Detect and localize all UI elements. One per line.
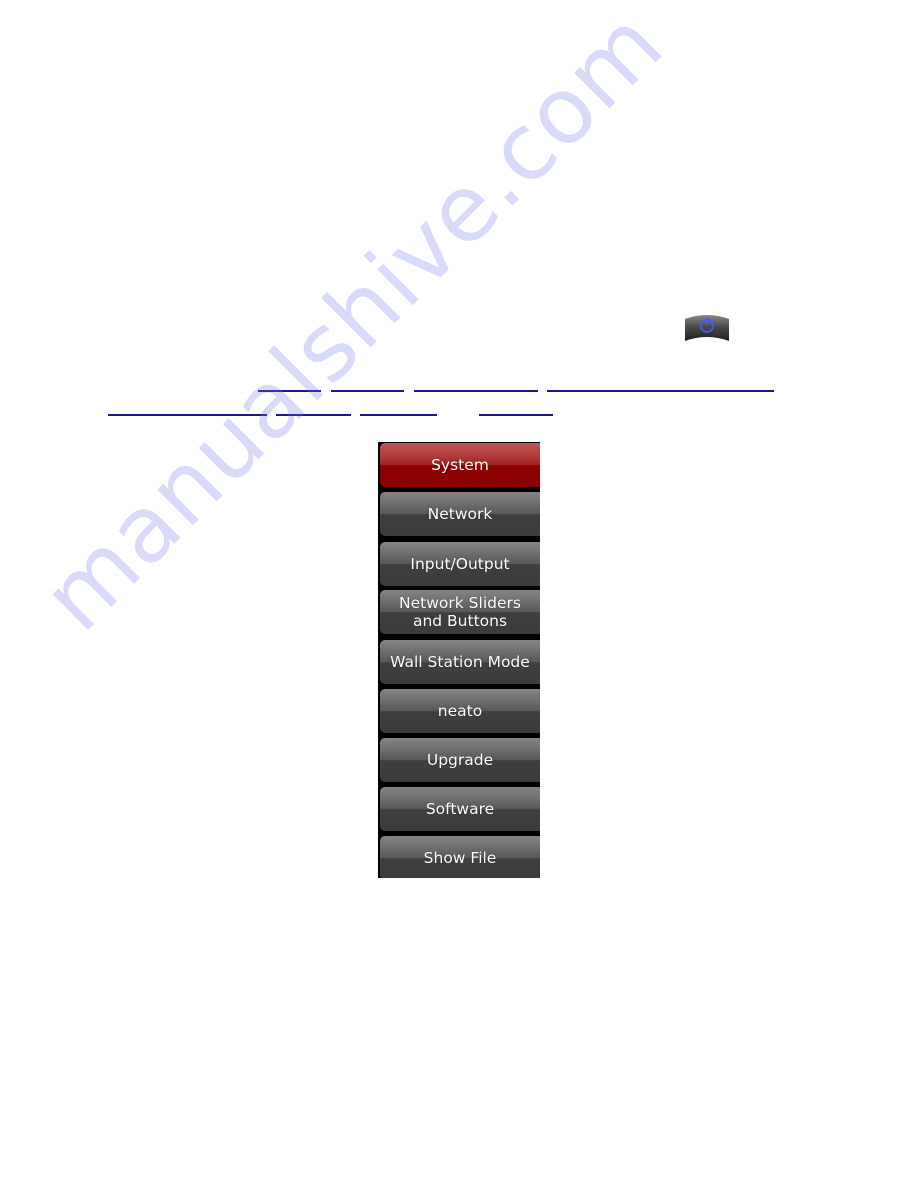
menu-item-wall-station-mode[interactable]: Wall Station Mode bbox=[380, 640, 540, 684]
link-wall-station-mode[interactable]: Wall Station Mode bbox=[108, 400, 267, 416]
menu-item-label: Wall Station Mode bbox=[390, 653, 530, 671]
link-neato[interactable]: neato bbox=[276, 400, 351, 416]
menu-item-network[interactable]: Network bbox=[380, 492, 540, 536]
menu-item-label: Upgrade bbox=[426, 751, 494, 769]
link-software[interactable]: Software bbox=[479, 400, 553, 416]
menu-item-software[interactable]: Software bbox=[380, 787, 540, 831]
menu-item-network-sliders-and-buttons[interactable]: Network Sliders and Buttons bbox=[380, 590, 540, 634]
power-button-image bbox=[683, 313, 731, 343]
link-row-2: Wall Station Mode neato Upgrade Software bbox=[0, 400, 918, 416]
menu-item-label: System bbox=[431, 456, 489, 474]
settings-menu-panel: System Network Input/Output Network Slid… bbox=[378, 442, 540, 878]
menu-item-input-output[interactable]: Input/Output bbox=[380, 542, 540, 586]
menu-item-label: Show File bbox=[423, 849, 497, 867]
link-network-sliders-and-buttons[interactable]: Network Sliders and Buttons bbox=[547, 376, 774, 392]
menu-item-label: Network Sliders and Buttons bbox=[399, 594, 521, 630]
link-input-output[interactable]: Input/Output bbox=[414, 376, 538, 392]
watermark: manualshive.com bbox=[22, 0, 684, 652]
menu-item-label: Network bbox=[427, 505, 493, 523]
menu-item-show-file[interactable]: Show File bbox=[380, 836, 540, 878]
menu-item-label: neato bbox=[437, 702, 483, 720]
link-row-1: System Network Input/Output Network Slid… bbox=[0, 376, 918, 392]
menu-item-label: Software bbox=[425, 800, 495, 818]
menu-item-system[interactable]: System bbox=[380, 443, 540, 487]
menu-item-upgrade[interactable]: Upgrade bbox=[380, 738, 540, 782]
power-icon bbox=[685, 315, 729, 341]
link-network[interactable]: Network bbox=[331, 376, 404, 392]
link-system[interactable]: System bbox=[258, 376, 321, 392]
menu-item-neato[interactable]: neato bbox=[380, 689, 540, 733]
menu-item-label: Input/Output bbox=[410, 555, 510, 573]
document-page: System Network Input/Output Network Slid… bbox=[0, 0, 918, 1188]
link-upgrade[interactable]: Upgrade bbox=[360, 400, 437, 416]
